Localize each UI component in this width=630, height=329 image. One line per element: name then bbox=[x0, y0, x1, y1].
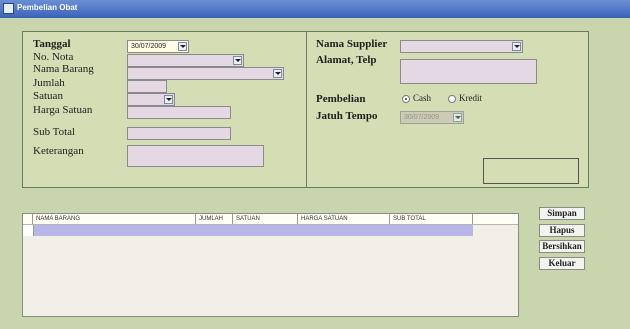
window-title: Pembelian Obat bbox=[17, 3, 78, 12]
kredit-radio[interactable] bbox=[448, 95, 456, 103]
total-display-box bbox=[483, 158, 579, 184]
col-nama-barang[interactable]: NAMA BARANG bbox=[33, 214, 196, 224]
chevron-down-icon[interactable] bbox=[453, 113, 462, 122]
jatuh-tempo-label: Jatuh Tempo bbox=[316, 110, 378, 122]
kredit-label: Kredit bbox=[459, 93, 482, 103]
main-window: Pembelian Obat Tanggal No. Nota Nama Bar… bbox=[0, 0, 630, 329]
chevron-down-icon[interactable] bbox=[178, 42, 187, 51]
harga-satuan-label: Harga Satuan bbox=[33, 104, 93, 116]
hapus-button[interactable]: Hapus bbox=[539, 224, 585, 237]
satuan-combo[interactable] bbox=[127, 93, 175, 106]
cash-radio[interactable] bbox=[402, 95, 410, 103]
alamat-telp-input[interactable] bbox=[400, 59, 537, 84]
alamat-telp-label: Alamat, Telp bbox=[316, 54, 377, 66]
tanggal-value: 30/07/2009 bbox=[131, 43, 167, 50]
chevron-down-icon[interactable] bbox=[233, 56, 242, 65]
no-nota-label: No. Nota bbox=[33, 51, 74, 63]
harga-satuan-input[interactable] bbox=[127, 106, 231, 119]
nama-supplier-label: Nama Supplier bbox=[316, 38, 388, 50]
jatuh-tempo-picker[interactable]: 30/07/2009 bbox=[400, 111, 464, 124]
bersihkan-button[interactable]: Bersihkan bbox=[539, 240, 585, 253]
chevron-down-icon[interactable] bbox=[273, 69, 282, 78]
keterangan-input[interactable] bbox=[127, 145, 264, 167]
tanggal-label: Tanggal bbox=[33, 38, 71, 50]
cash-label: Cash bbox=[413, 93, 431, 103]
grid-header: NAMA BARANG JUMLAH SATUAN HARGA SATUAN S… bbox=[23, 214, 518, 225]
nama-barang-combo[interactable] bbox=[127, 67, 284, 80]
nama-barang-label: Nama Barang bbox=[33, 63, 94, 75]
simpan-button[interactable]: Simpan bbox=[539, 207, 585, 220]
sub-total-input[interactable] bbox=[127, 127, 231, 140]
keluar-button[interactable]: Keluar bbox=[539, 257, 585, 270]
row-selector-header bbox=[23, 214, 33, 224]
sub-total-label: Sub Total bbox=[33, 126, 76, 138]
title-bar: Pembelian Obat bbox=[0, 0, 630, 18]
tanggal-picker[interactable]: 30/07/2009 bbox=[127, 40, 189, 53]
app-icon bbox=[3, 3, 14, 14]
items-grid[interactable]: NAMA BARANG JUMLAH SATUAN HARGA SATUAN S… bbox=[22, 213, 519, 317]
table-row[interactable] bbox=[23, 225, 473, 236]
panel-divider bbox=[306, 31, 307, 188]
keterangan-label: Keterangan bbox=[33, 145, 84, 157]
col-sub-total[interactable]: SUB TOTAL bbox=[390, 214, 473, 224]
col-harga-satuan[interactable]: HARGA SATUAN bbox=[298, 214, 390, 224]
col-jumlah[interactable]: JUMLAH bbox=[196, 214, 233, 224]
col-satuan[interactable]: SATUAN bbox=[233, 214, 298, 224]
pembelian-label: Pembelian bbox=[316, 93, 366, 105]
row-selector[interactable] bbox=[23, 225, 34, 236]
chevron-down-icon[interactable] bbox=[512, 42, 521, 51]
jatuh-tempo-value: 30/07/2009 bbox=[404, 114, 440, 121]
chevron-down-icon[interactable] bbox=[164, 95, 173, 104]
satuan-label: Satuan bbox=[33, 90, 63, 102]
jumlah-label: Jumlah bbox=[33, 77, 65, 89]
jumlah-input[interactable] bbox=[127, 80, 167, 93]
no-nota-combo[interactable] bbox=[127, 54, 244, 67]
nama-supplier-combo[interactable] bbox=[400, 40, 523, 53]
